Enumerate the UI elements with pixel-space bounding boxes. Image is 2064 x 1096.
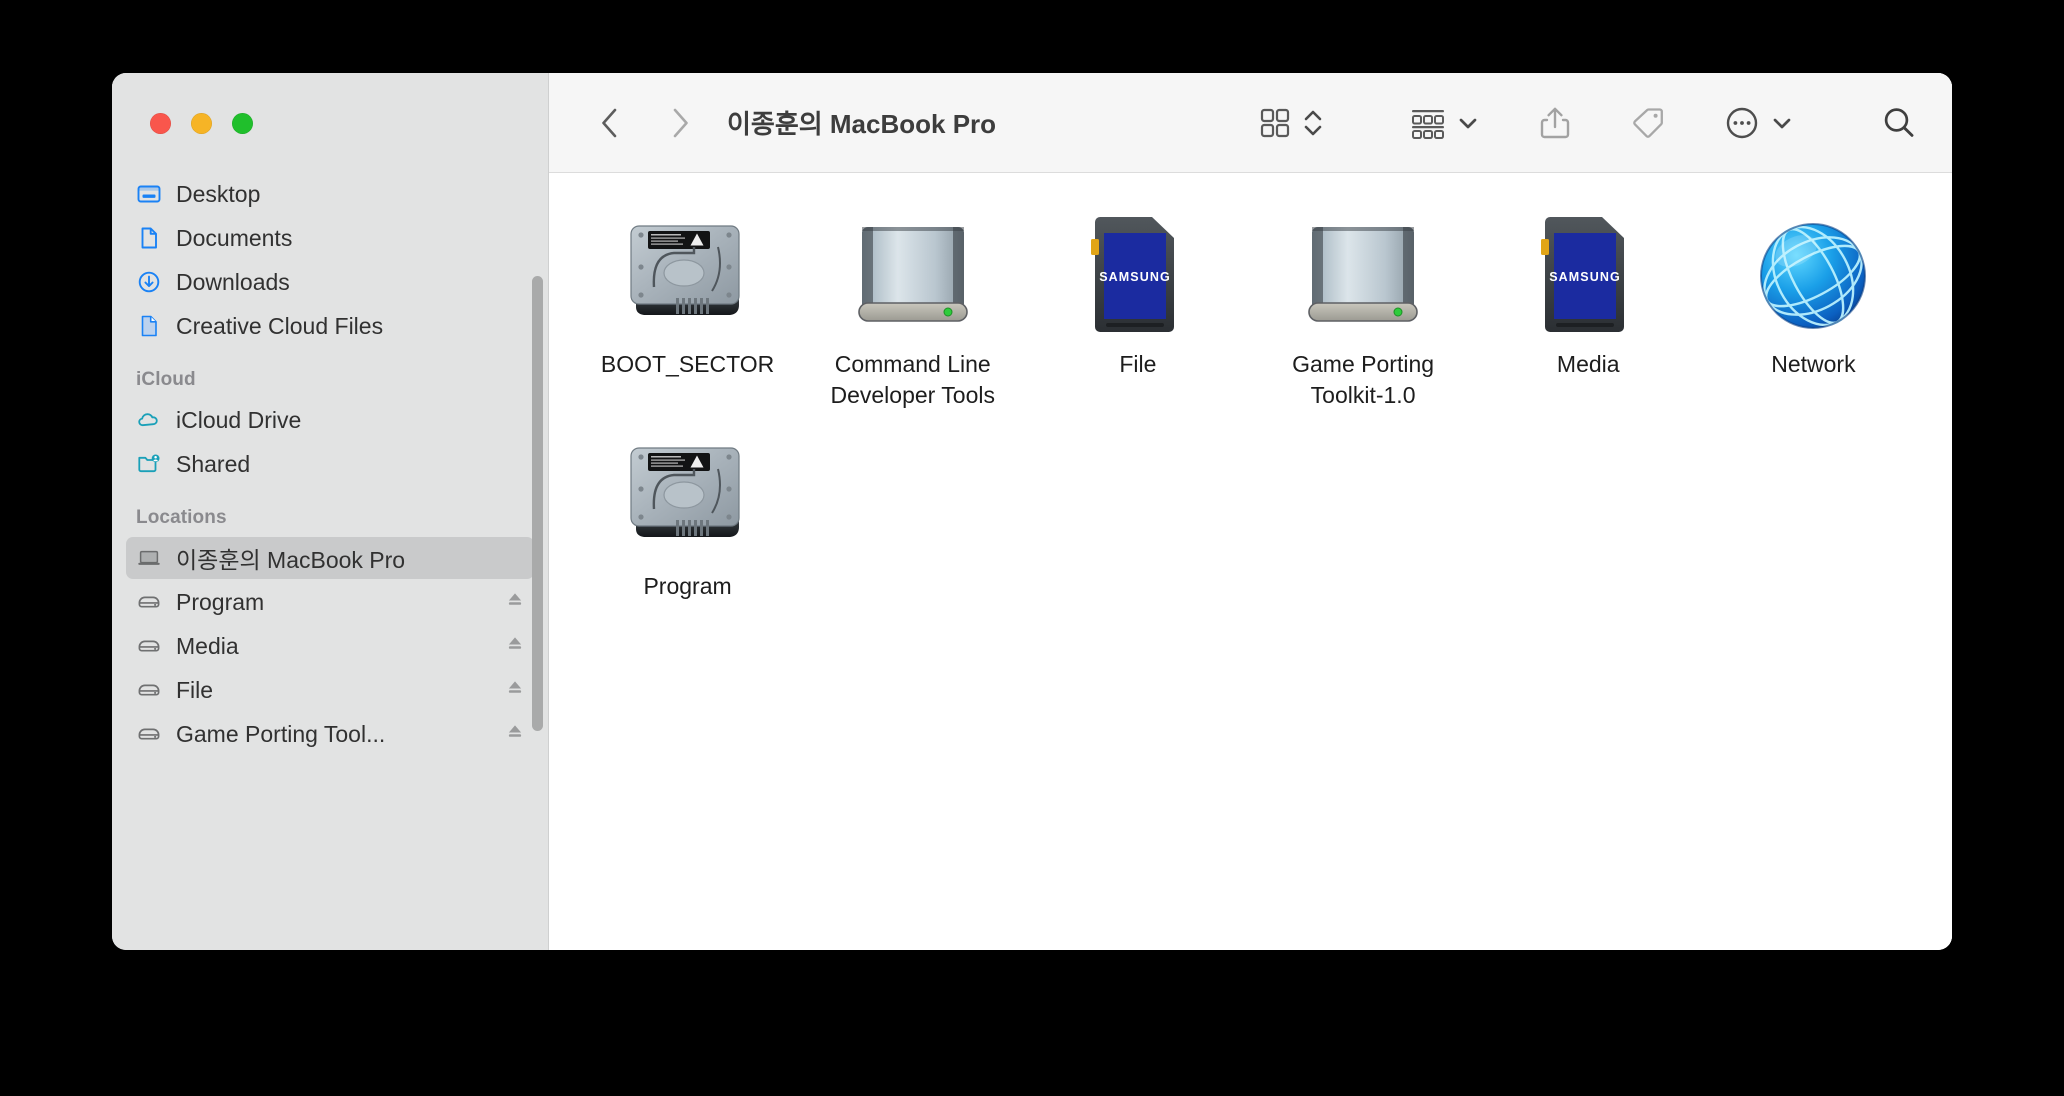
window-controls — [112, 73, 548, 173]
desktop-icon — [136, 181, 162, 207]
file-item[interactable]: SAMSUNG Media — [1476, 201, 1701, 423]
sidebar-item-documents[interactable]: Documents — [126, 217, 534, 259]
sidebar-section-locations: 이종훈의 MacBook Pro Program Media File Game… — [112, 537, 548, 755]
eject-button[interactable] — [504, 720, 526, 748]
search-icon[interactable] — [1880, 99, 1918, 147]
sidebar-item-icloud-drive[interactable]: iCloud Drive — [126, 399, 534, 441]
sidebar: Desktop Documents Downloads Creative Clo… — [112, 73, 549, 950]
group-by-icon[interactable] — [1410, 99, 1446, 147]
sidebar-item-label: 이종훈의 MacBook Pro — [176, 547, 406, 573]
file-item[interactable]: Program — [575, 423, 800, 645]
external-drive-icon — [136, 633, 162, 659]
page-title: 이종훈의 MacBook Pro — [727, 109, 997, 139]
sidebar-item-creative-cloud-files[interactable]: Creative Cloud Files — [126, 305, 534, 347]
file-item[interactable]: SAMSUNG File — [1025, 201, 1250, 423]
eject-button[interactable] — [504, 632, 526, 660]
sidebar-section-header-icloud: iCloud — [136, 369, 196, 390]
sidebar-item-downloads[interactable]: Downloads — [126, 261, 534, 303]
sidebar-section-favorites: Desktop Documents Downloads Creative Clo… — [112, 173, 548, 347]
file-label: File — [1119, 351, 1157, 377]
toolbar: 이종훈의 MacBook Pro — [549, 73, 1952, 173]
main-pane: 이종훈의 MacBook Pro BOOT_SECTOR Command Lin… — [549, 73, 1952, 950]
external-drive-icon — [136, 677, 162, 703]
sd-card-brand-label: SAMSUNG — [1549, 270, 1621, 284]
sidebar-item-shared[interactable]: Shared — [126, 443, 534, 485]
sidebar-item-label: iCloud Drive — [176, 406, 302, 433]
share-icon[interactable] — [1538, 99, 1572, 147]
sidebar-item-label: Creative Cloud Files — [176, 312, 384, 339]
external-drive-icon — [136, 589, 162, 615]
minimize-button[interactable] — [191, 112, 212, 134]
sidebar-item-game-porting-toolkit[interactable]: Game Porting Tool... — [126, 713, 534, 755]
sidebar-section-icloud: iCloud Drive Shared — [112, 399, 548, 485]
sidebar-item-label: Shared — [176, 450, 251, 477]
chevron-down-icon[interactable] — [1770, 99, 1794, 147]
creative-cloud-files-icon — [136, 313, 162, 339]
view-stepper-chevrons-icon[interactable] — [1302, 99, 1324, 147]
zoom-button[interactable] — [232, 112, 253, 134]
sidebar-item-label: File — [176, 676, 214, 703]
sidebar-item-media[interactable]: Media — [126, 625, 534, 667]
sidebar-item-macbook-pro[interactable]: 이종훈의 MacBook Pro — [126, 537, 534, 579]
sidebar-scrollbar[interactable] — [532, 276, 543, 731]
forward-button[interactable] — [657, 101, 701, 145]
tag-icon[interactable] — [1630, 99, 1666, 147]
downloads-icon — [136, 269, 162, 295]
more-actions-icon[interactable] — [1724, 99, 1760, 147]
external-drive-icon — [136, 721, 162, 747]
file-item[interactable]: Command Line Developer Tools — [800, 201, 1025, 423]
sidebar-item-label: Downloads — [176, 268, 290, 295]
file-label: BOOT_SECTOR — [600, 351, 775, 377]
sidebar-section-header-locations: Locations — [136, 507, 227, 528]
file-label: Game Porting Toolkit-1.0 — [1292, 351, 1435, 408]
chevron-down-icon[interactable] — [1456, 99, 1480, 147]
eject-button[interactable] — [504, 676, 526, 704]
eject-button[interactable] — [504, 588, 526, 616]
sidebar-item-program[interactable]: Program — [126, 581, 534, 623]
file-item[interactable]: Network — [1701, 201, 1926, 423]
shared-folder-icon — [136, 451, 162, 477]
internal-hard-drive-icon — [623, 207, 753, 335]
file-label: Program — [643, 573, 732, 599]
file-item[interactable]: BOOT_SECTOR — [575, 201, 800, 423]
document-icon — [136, 225, 162, 251]
sidebar-item-file[interactable]: File — [126, 669, 534, 711]
sidebar-item-label: Media — [176, 632, 239, 659]
file-label: Command Line Developer Tools — [830, 351, 995, 408]
removable-drive-icon — [1298, 207, 1428, 335]
file-label: Media — [1556, 351, 1620, 377]
removable-drive-icon — [848, 207, 978, 335]
back-button[interactable] — [589, 101, 633, 145]
file-label: Network — [1771, 351, 1856, 377]
icloud-drive-icon — [136, 407, 162, 433]
sd-card-icon: SAMSUNG — [1523, 207, 1653, 335]
finder-window: Desktop Documents Downloads Creative Clo… — [112, 73, 1952, 950]
network-globe-icon — [1748, 207, 1878, 335]
internal-hard-drive-icon — [623, 429, 753, 557]
laptop-icon — [136, 545, 162, 571]
sidebar-item-desktop[interactable]: Desktop — [126, 173, 534, 215]
sidebar-item-label: Game Porting Tool... — [176, 720, 386, 747]
sidebar-item-label: Desktop — [176, 180, 261, 207]
sidebar-item-label: Documents — [176, 224, 293, 251]
close-button[interactable] — [150, 112, 171, 134]
sd-card-icon: SAMSUNG — [1073, 207, 1203, 335]
sidebar-item-label: Program — [176, 588, 265, 615]
file-item[interactable]: Game Porting Toolkit-1.0 — [1251, 201, 1476, 423]
file-grid: BOOT_SECTOR Command Line Developer Tools… — [549, 173, 1952, 950]
sd-card-brand-label: SAMSUNG — [1099, 270, 1171, 284]
icon-view-grid-icon[interactable] — [1258, 99, 1292, 147]
